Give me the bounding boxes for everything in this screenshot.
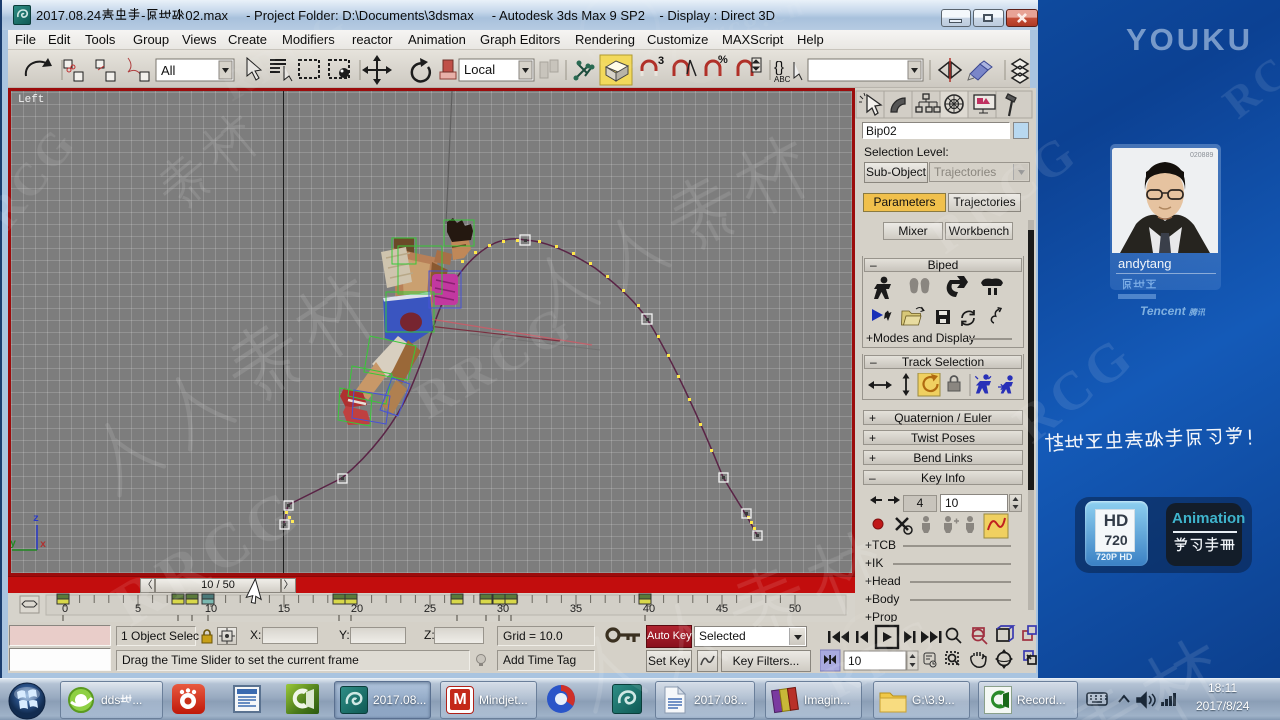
svg-text:x: x [40, 540, 46, 551]
svg-text:3: 3 [658, 55, 664, 67]
svg-text:15: 15 [278, 603, 290, 615]
svg-text:40: 40 [643, 603, 655, 615]
svg-text:35: 35 [570, 603, 582, 615]
svg-text:25: 25 [424, 603, 436, 615]
svg-text:z: z [33, 514, 39, 525]
svg-text:30: 30 [497, 603, 509, 615]
svg-text:10: 10 [848, 654, 862, 668]
svg-text:020889: 020889 [1190, 152, 1213, 159]
svg-text:ABC: ABC [774, 75, 791, 84]
svg-text:10: 10 [205, 603, 217, 615]
svg-text:0: 0 [62, 603, 68, 615]
svg-text:20: 20 [351, 603, 363, 615]
svg-text:50: 50 [789, 603, 801, 615]
svg-text:45: 45 [716, 603, 728, 615]
svg-text:y: y [11, 539, 16, 550]
svg-text:Local: Local [464, 62, 495, 77]
svg-text:%: % [718, 54, 728, 66]
svg-text:{}: {} [774, 59, 784, 76]
svg-text:5: 5 [135, 603, 141, 615]
svg-text:All: All [161, 63, 176, 78]
